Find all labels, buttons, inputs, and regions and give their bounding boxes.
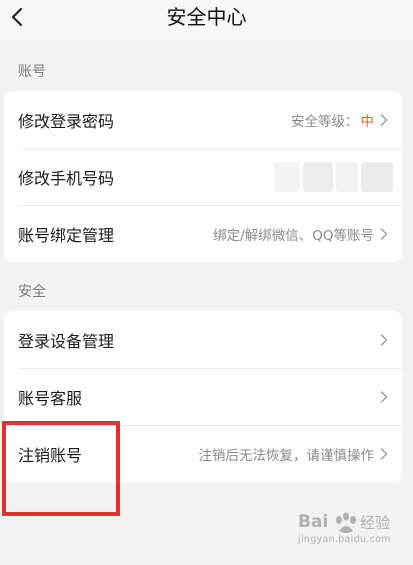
account-support-item[interactable]: 账号客服	[4, 368, 402, 425]
security-level-value: 中	[360, 113, 375, 130]
baidu-watermark: Bai 经验 jingyan.baidu.com	[298, 510, 413, 550]
baidu-paw-icon	[336, 512, 356, 533]
watermark-brand: Bai	[298, 512, 329, 532]
section-title-security: 安全	[18, 284, 46, 300]
chevron-right-icon	[380, 390, 388, 403]
item-label: 登录设备管理	[18, 331, 115, 351]
watermark-url: jingyan.baidu.com	[298, 534, 391, 545]
change-phone-item[interactable]: 修改手机号码	[4, 148, 402, 205]
blurred-phone-number	[274, 162, 394, 192]
section-title-account: 账号	[18, 64, 46, 80]
watermark-mark: 经验	[360, 514, 391, 532]
item-hint: 注销后无法恢复，请谨慎操作	[199, 444, 389, 464]
item-hint: 绑定/解绑微信、QQ等账号	[213, 224, 388, 244]
security-center-screen: 安全中心 账号 修改登录密码 安全等级： 中 修改手机号码 账号绑定管理 绑定/…	[0, 0, 413, 565]
chevron-right-icon	[380, 113, 388, 126]
item-label: 修改手机号码	[18, 168, 115, 188]
security-level-prefix: 安全等级：	[291, 113, 359, 130]
item-label: 账号客服	[18, 388, 83, 408]
device-management-item[interactable]: 登录设备管理	[4, 311, 402, 368]
item-label: 账号绑定管理	[18, 225, 115, 245]
chevron-right-icon	[380, 227, 388, 240]
account-binding-item[interactable]: 账号绑定管理 绑定/解绑微信、QQ等账号	[4, 205, 402, 262]
deactivate-hint-text: 注销后无法恢复，请谨慎操作	[198, 447, 375, 464]
chevron-right-icon	[380, 333, 388, 346]
nav-bar: 安全中心	[0, 0, 413, 40]
binding-hint-text: 绑定/解绑微信、QQ等账号	[213, 227, 374, 244]
highlight-box	[2, 421, 120, 516]
account-card: 修改登录密码 安全等级： 中 修改手机号码 账号绑定管理 绑定/解绑微信、QQ等…	[4, 91, 402, 262]
change-password-item[interactable]: 修改登录密码 安全等级： 中	[4, 91, 402, 148]
chevron-right-icon	[380, 447, 388, 460]
page-title: 安全中心	[166, 5, 247, 29]
item-label: 修改登录密码	[18, 111, 115, 131]
security-level: 安全等级： 中	[291, 110, 388, 130]
